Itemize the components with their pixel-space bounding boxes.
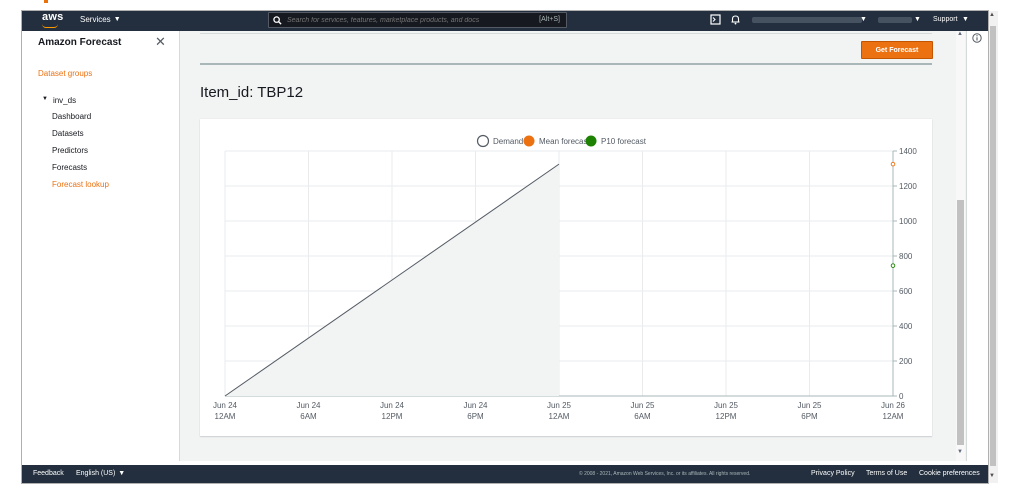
services-label: Services	[80, 15, 111, 24]
x-tick-label: Jun 24	[213, 401, 238, 410]
aws-smile-icon	[42, 24, 58, 28]
x-tick-label: Jun 25	[714, 401, 739, 410]
x-tick-label: 12AM	[215, 412, 236, 421]
page-scroll-up-icon[interactable]: ▲	[989, 12, 995, 18]
page-scrollbar-thumb[interactable]	[990, 26, 996, 466]
sidebar-item-forecasts[interactable]: Forecasts	[52, 163, 87, 172]
support-menu[interactable]: Support	[933, 16, 958, 23]
x-tick-label: Jun 24	[296, 401, 321, 410]
main-content: Get Forecast Item_id: TBP12 Jun 24 12AM Ju…	[180, 31, 966, 461]
orange-mark	[44, 0, 48, 3]
scroll-down-icon[interactable]: ▼	[957, 449, 963, 455]
bell-icon[interactable]	[730, 14, 741, 25]
y-tick-label: 0	[899, 392, 904, 401]
scroll-up-icon[interactable]: ▲	[957, 31, 963, 37]
legend-marker-mean-forecast	[523, 135, 535, 147]
info-icon[interactable]	[972, 33, 982, 43]
sidebar-group-toggle[interactable]: ▼ inv_ds	[42, 96, 76, 105]
support-caret-icon: ▼	[962, 16, 969, 23]
divider	[200, 33, 932, 34]
y-tick-label: 600	[899, 287, 913, 296]
sidebar: Amazon Forecast ✕ Dataset groups ▼ inv_d…	[22, 31, 180, 461]
x-tick-label: Jun 25	[547, 401, 572, 410]
terms-of-use-link[interactable]: Terms of Use	[866, 470, 907, 477]
close-icon[interactable]: ✕	[155, 35, 166, 49]
data-point-p10-forecast	[890, 263, 896, 268]
feedback-link[interactable]: Feedback	[33, 470, 64, 477]
y-tick-label: 1200	[899, 182, 917, 191]
x-tick-label: 12PM	[382, 412, 403, 421]
x-tick-label: Jun 26	[881, 401, 906, 410]
privacy-policy-link[interactable]: Privacy Policy	[811, 470, 855, 477]
x-tick-label: 6PM	[801, 412, 818, 421]
x-tick-label: Jun 25	[630, 401, 655, 410]
y-tick-label: 1400	[899, 147, 917, 156]
x-tick-label: 6PM	[467, 412, 484, 421]
legend-label: Mean forecast	[539, 137, 590, 146]
x-tick-label: 6AM	[634, 412, 651, 421]
caret-down-icon: ▼	[113, 16, 121, 23]
sidebar-link-dataset-groups[interactable]: Dataset groups	[38, 69, 92, 78]
sidebar-title: Amazon Forecast	[38, 37, 122, 48]
screenshot-frame: aws Services ▼ [Alt+S] ▼ ▼ Support ▼	[0, 0, 1024, 496]
x-tick-label: Jun 24	[380, 401, 405, 410]
sidebar-item-datasets[interactable]: Datasets	[52, 129, 84, 138]
x-tick-label: 12PM	[716, 412, 737, 421]
legend-marker-demand	[476, 134, 490, 148]
x-tick-label: 12AM	[549, 412, 570, 421]
copyright-text: © 2008 - 2021, Amazon Web Services, Inc.…	[579, 471, 751, 477]
y-tick-label: 400	[899, 322, 913, 331]
data-point-mean-forecast	[890, 161, 896, 167]
region-caret-icon: ▼	[914, 16, 921, 23]
cloudshell-icon[interactable]	[710, 14, 721, 25]
sidebar-item-predictors[interactable]: Predictors	[52, 146, 88, 155]
sidebar-group-label: inv_ds	[52, 96, 77, 105]
utility-panel	[966, 31, 988, 461]
sidebar-item-forecast-lookup[interactable]: Forecast lookup	[52, 180, 109, 189]
chart-card: Jun 24 12AM Jun 24 6AM Jun 24 12PM Jun 24 6PM Ju…	[200, 119, 932, 436]
cookie-preferences-link[interactable]: Cookie preferences	[919, 470, 980, 477]
account-caret-icon: ▼	[860, 16, 867, 23]
language-label: English (US)	[76, 470, 116, 477]
legend-marker-p10-forecast	[585, 135, 597, 147]
legend-label: Demand	[493, 137, 523, 146]
search-icon	[273, 15, 282, 25]
account-menu-blurred[interactable]	[752, 17, 862, 23]
caret-down-icon: ▼	[42, 96, 48, 102]
y-tick-label: 200	[899, 357, 913, 366]
forecast-chart: Jun 24 12AM Jun 24 6AM Jun 24 12PM Jun 24 6PM Ju…	[213, 134, 917, 421]
content-scrollbar-thumb[interactable]	[957, 200, 964, 445]
x-tick-label: Jun 25	[797, 401, 822, 410]
legend-label: P10 forecast	[601, 137, 647, 146]
language-selector[interactable]: English (US) ▼	[76, 470, 125, 477]
aws-logo[interactable]: aws	[42, 11, 63, 23]
region-menu-blurred[interactable]	[878, 17, 912, 23]
caret-down-icon: ▼	[118, 470, 126, 477]
top-navigation-bar: aws Services ▼ [Alt+S] ▼ ▼ Support ▼	[22, 11, 988, 31]
footer-bar: Feedback English (US) ▼ © 2008 - 2021, A…	[22, 465, 988, 483]
search-input[interactable]	[287, 16, 527, 24]
get-forecast-button[interactable]: Get Forecast	[861, 41, 933, 59]
x-tick-label: Jun 24	[463, 401, 488, 410]
services-menu-button[interactable]: Services ▼	[80, 15, 121, 24]
x-tick-label: 12AM	[883, 412, 904, 421]
y-tick-label: 1000	[899, 217, 917, 226]
search-box[interactable]: [Alt+S]	[268, 12, 567, 28]
y-tick-label: 800	[899, 252, 913, 261]
page-scroll-down-icon[interactable]: ▼	[989, 473, 995, 479]
divider	[200, 63, 932, 65]
sidebar-item-dashboard[interactable]: Dashboard	[52, 112, 91, 121]
search-shortcut-hint: [Alt+S]	[539, 16, 560, 23]
x-tick-label: 6AM	[300, 412, 317, 421]
item-title: Item_id: TBP12	[200, 84, 304, 101]
